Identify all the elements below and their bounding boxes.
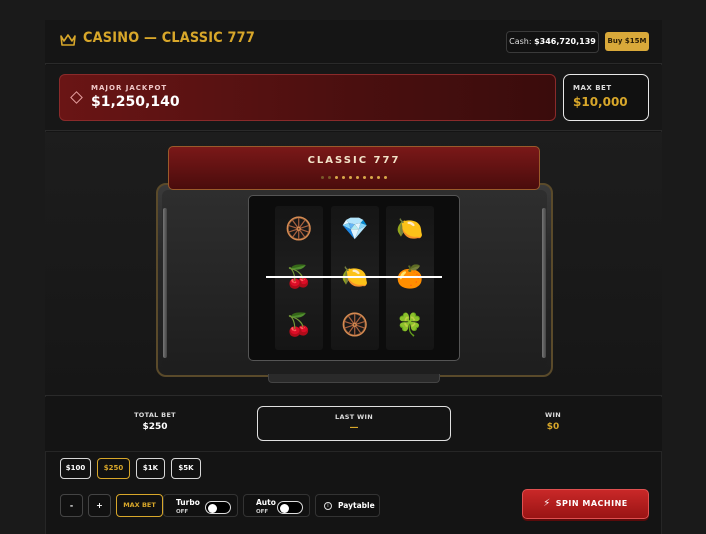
clover-icon: 🍀 <box>396 313 424 338</box>
chip-1k[interactable]: $1K <box>136 458 165 479</box>
lightning-icon: ⚡ <box>543 498 551 509</box>
win-label: WIN <box>545 411 561 419</box>
major-jackpot-panel: MAJOR JACKPOT $1,250,140 <box>59 74 556 121</box>
jackpot-label: MAJOR JACKPOT <box>91 84 168 92</box>
wheel-icon: 🛞 <box>285 217 313 242</box>
increase-bet-button[interactable]: + <box>88 494 111 517</box>
light <box>356 176 359 179</box>
light <box>370 176 373 179</box>
auto-label: Auto <box>256 498 276 507</box>
switch-knob <box>208 503 217 513</box>
max-bet-button[interactable]: MAX BET <box>116 494 163 517</box>
reel-1: 🛞 🍒 🍒 <box>275 206 323 350</box>
reel-window: 🛞 🍒 🍒 💎 🍋 🛞 🍋 🍊 🍀 <box>248 195 460 361</box>
cherry-icon: 🍒 <box>285 265 313 290</box>
cash-value: $346,720,139 <box>534 37 596 46</box>
light <box>328 176 331 179</box>
machine-base <box>268 374 440 383</box>
total-bet-label: TOTAL BET <box>134 411 176 419</box>
win-value: $0 <box>546 422 560 432</box>
right-rail <box>542 208 546 358</box>
payline <box>266 276 442 278</box>
decrease-bet-button[interactable]: - <box>60 494 83 517</box>
chip-5k[interactable]: $5K <box>171 458 201 479</box>
banner-lights <box>169 176 539 179</box>
wheel-icon: 🛞 <box>341 313 369 338</box>
diamond-icon <box>70 91 83 104</box>
light <box>384 176 387 179</box>
page-title: CASINO — CLASSIC 777 <box>83 30 255 46</box>
light <box>363 176 366 179</box>
orange-icon: 🍊 <box>396 265 424 290</box>
reel-3: 🍋 🍊 🍀 <box>386 206 434 350</box>
light <box>377 176 380 179</box>
chip-100[interactable]: $100 <box>60 458 91 479</box>
diamond-gem-icon: 💎 <box>341 217 369 242</box>
auto-switch[interactable] <box>277 501 303 514</box>
max-bet-panel: MAX BET $10,000 <box>563 74 649 121</box>
spin-machine-button[interactable]: ⚡ SPIN MACHINE <box>522 489 649 519</box>
turbo-state: OFF <box>176 509 189 515</box>
crown-icon <box>60 34 76 46</box>
cash-display: Cash: $346,720,139 <box>506 31 599 53</box>
last-win-panel: LAST WIN — <box>257 406 451 441</box>
max-bet-value: $10,000 <box>573 95 628 109</box>
light <box>349 176 352 179</box>
max-bet-label: MAX BET <box>573 84 612 92</box>
paytable-button[interactable]: i Paytable <box>315 494 380 517</box>
chip-250[interactable]: $250 <box>97 458 130 479</box>
turbo-label: Turbo <box>176 498 200 507</box>
machine-banner: CLASSIC 777 <box>168 146 540 190</box>
cash-label: Cash: <box>509 37 532 46</box>
auto-state: OFF <box>256 509 269 515</box>
last-win-value: — <box>349 423 359 433</box>
left-rail <box>163 208 167 358</box>
lemon-icon: 🍋 <box>396 217 424 242</box>
machine-title: CLASSIC 777 <box>307 155 401 166</box>
turbo-switch[interactable] <box>205 501 231 514</box>
auto-toggle[interactable]: Auto OFF <box>243 494 310 517</box>
lemon-icon: 🍋 <box>341 265 369 290</box>
last-win-label: LAST WIN <box>335 413 373 421</box>
header: CASINO — CLASSIC 777 Cash: $346,720,139 … <box>45 20 662 64</box>
switch-knob <box>280 503 289 513</box>
turbo-toggle[interactable]: Turbo OFF <box>163 494 238 517</box>
light <box>335 176 338 179</box>
light <box>321 176 324 179</box>
jackpot-row: MAJOR JACKPOT $1,250,140 MAX BET $10,000 <box>45 65 662 131</box>
reel-2: 💎 🍋 🛞 <box>331 206 379 350</box>
jackpot-value: $1,250,140 <box>91 94 180 110</box>
spin-label: SPIN MACHINE <box>555 499 628 508</box>
cherry-icon: 🍒 <box>285 313 313 338</box>
paytable-label: Paytable <box>338 501 375 510</box>
light <box>342 176 345 179</box>
buy-button[interactable]: Buy $15M <box>605 32 649 51</box>
total-bet-value: $250 <box>142 422 168 432</box>
info-icon: i <box>324 502 332 510</box>
